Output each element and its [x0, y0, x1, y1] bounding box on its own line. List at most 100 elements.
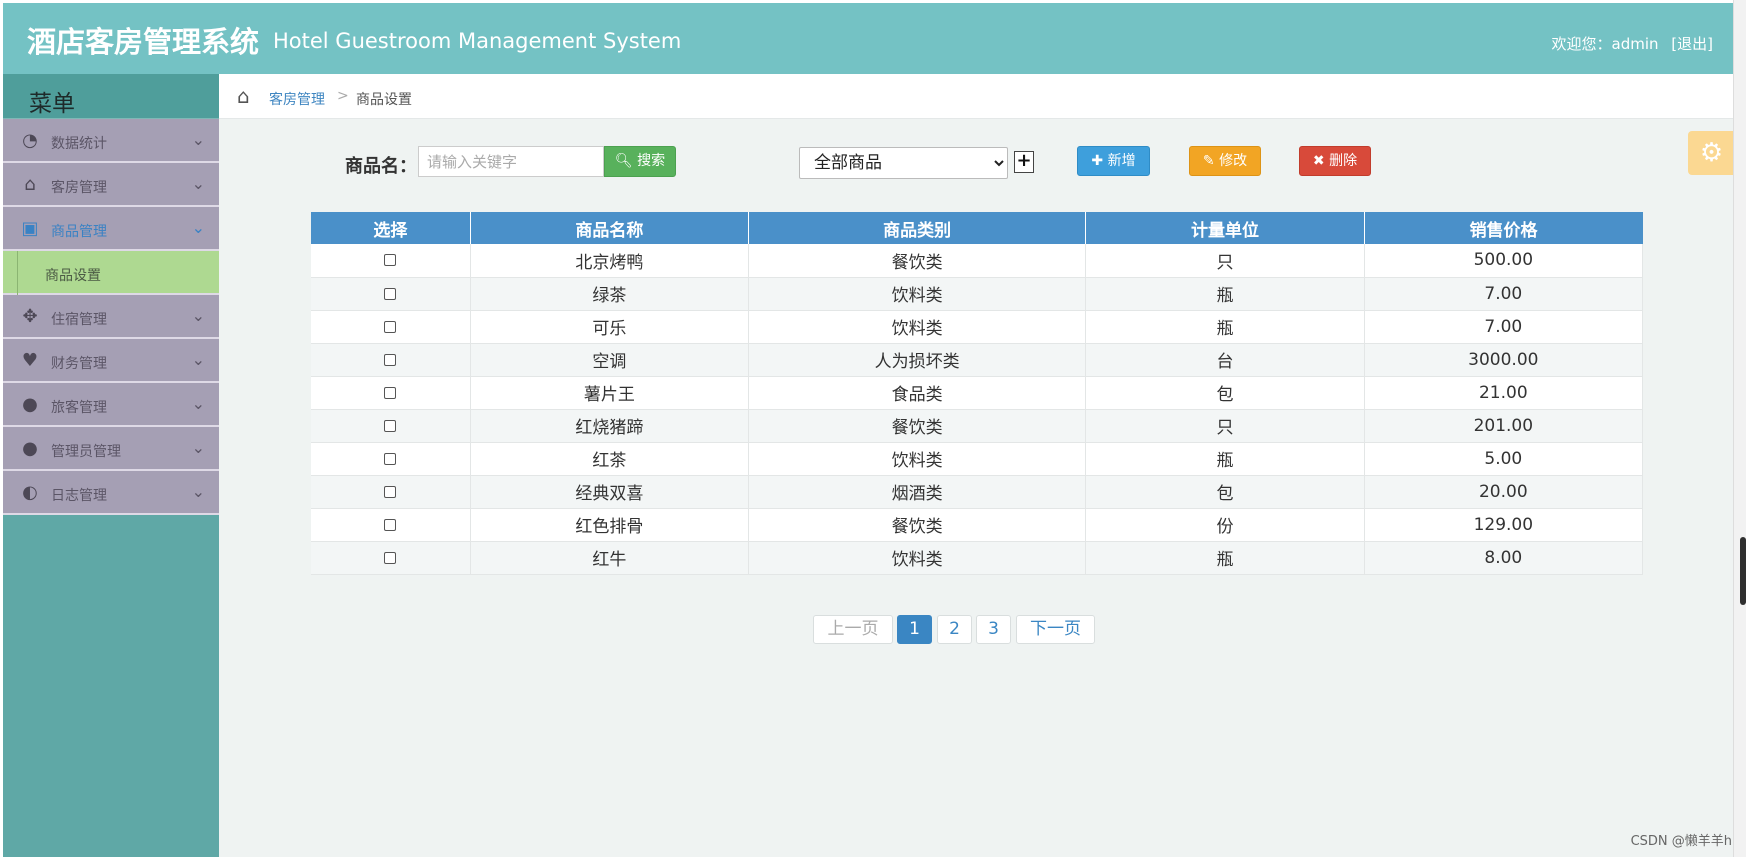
- sidebar-item-label: 管理员管理: [51, 444, 121, 460]
- row-checkbox[interactable]: [384, 485, 397, 498]
- add-category-button[interactable]: +: [1014, 151, 1034, 173]
- select-cell: [311, 310, 471, 344]
- scrollbar-thumb[interactable]: [1740, 537, 1746, 605]
- goods-table: 选择 商品名称 商品类别 计量单位 销售价格 北京烤鸭 餐饮类 只 500.00…: [311, 212, 1644, 575]
- category-cell: 饮料类: [748, 541, 1087, 575]
- pencil-icon: ✎: [1202, 153, 1215, 169]
- category-select[interactable]: 全部商品: [799, 147, 1008, 179]
- edit-button[interactable]: ✎ 修改: [1189, 146, 1261, 176]
- row-checkbox[interactable]: [384, 419, 397, 432]
- search-button[interactable]: 🔍︎ 搜索: [604, 146, 676, 177]
- chevron-down-icon: ⌄: [191, 306, 205, 325]
- column-header-select: 选择: [311, 212, 471, 244]
- sidebar-item-label: 住宿管理: [51, 312, 107, 328]
- prev-page-button[interactable]: 上一页: [813, 615, 893, 644]
- select-cell: [311, 376, 471, 410]
- plus-icon: ✚: [1091, 153, 1104, 169]
- table-row[interactable]: 北京烤鸭 餐饮类 只 500.00: [311, 244, 1644, 278]
- settings-button[interactable]: ⚙: [1688, 131, 1735, 175]
- main-content: ⌂ 客房管理 > 商品设置 商品名： 🔍︎ 搜索 全部商品 + ✚ 新增 ✎ 修…: [219, 74, 1733, 857]
- column-header-name[interactable]: 商品名称: [470, 212, 750, 244]
- table-row[interactable]: 红牛 饮料类 瓶 8.00: [311, 541, 1644, 575]
- name-cell: 经典双喜: [470, 475, 750, 509]
- menu-title: 菜单: [3, 74, 219, 119]
- beverage-icon: ▣: [21, 218, 39, 239]
- unit-cell: 包: [1085, 376, 1365, 410]
- sidebar-item-label: 数据统计: [51, 136, 107, 152]
- row-checkbox[interactable]: [384, 320, 397, 333]
- sidebar-item-finance[interactable]: ♥ 财务管理 ⌄: [3, 339, 219, 383]
- add-button[interactable]: ✚ 新增: [1077, 146, 1150, 176]
- sidebar-item-guests[interactable]: ● 旅客管理 ⌄: [3, 383, 219, 427]
- price-cell: 21.00: [1364, 376, 1644, 410]
- name-cell: 红茶: [470, 442, 750, 476]
- row-checkbox[interactable]: [384, 386, 397, 399]
- category-cell: 餐饮类: [748, 409, 1087, 443]
- price-cell: 129.00: [1364, 508, 1644, 542]
- chevron-down-icon: ⌄: [191, 438, 205, 457]
- tree-line: [17, 251, 25, 295]
- row-checkbox[interactable]: [384, 551, 397, 564]
- close-icon: ✖: [1312, 153, 1325, 169]
- column-header-category[interactable]: 商品类别: [748, 212, 1087, 244]
- search-input[interactable]: [418, 146, 604, 177]
- row-checkbox[interactable]: [384, 287, 397, 300]
- add-button-label: 新增: [1107, 153, 1136, 169]
- table-row[interactable]: 薯片王 食品类 包 21.00: [311, 376, 1644, 410]
- sidebar-item-admins[interactable]: ● 管理员管理 ⌄: [3, 427, 219, 471]
- logout-link[interactable]: [退出]: [1671, 35, 1713, 53]
- home-icon[interactable]: ⌂: [237, 86, 250, 106]
- category-cell: 人为损坏类: [748, 343, 1087, 377]
- unit-cell: 瓶: [1085, 277, 1365, 311]
- row-checkbox[interactable]: [384, 452, 397, 465]
- breadcrumb-parent-link[interactable]: 客房管理: [269, 89, 325, 109]
- page-3-button[interactable]: 3: [976, 615, 1011, 644]
- table-row[interactable]: 红茶 饮料类 瓶 5.00: [311, 442, 1644, 476]
- sidebar-item-rooms[interactable]: ⌂ 客房管理 ⌄: [3, 163, 219, 207]
- row-checkbox[interactable]: [384, 254, 397, 267]
- sidebar-item-statistics[interactable]: ◔ 数据统计 ⌄: [3, 119, 219, 163]
- table-row[interactable]: 经典双喜 烟酒类 包 20.00: [311, 475, 1644, 509]
- sidebar-item-lodging[interactable]: ✥ 住宿管理 ⌄: [3, 295, 219, 339]
- table-row[interactable]: 红色排骨 餐饮类 份 129.00: [311, 508, 1644, 542]
- table-row[interactable]: 绿茶 饮料类 瓶 7.00: [311, 277, 1644, 311]
- search-button-label: 搜索: [637, 153, 666, 169]
- sidebar: 菜单 ◔ 数据统计 ⌄ ⌂ 客房管理 ⌄ ▣ 商品管理 ⌄ 商品设置 ✥ 住宿管…: [3, 74, 219, 857]
- table-row[interactable]: 可乐 饮料类 瓶 7.00: [311, 310, 1644, 344]
- sidebar-subitem-goods-settings[interactable]: 商品设置: [3, 251, 219, 295]
- select-cell: [311, 277, 471, 311]
- price-cell: 5.00: [1364, 442, 1644, 476]
- sidebar-item-label: 日志管理: [51, 488, 107, 504]
- name-cell: 北京烤鸭: [470, 244, 750, 278]
- unit-cell: 瓶: [1085, 310, 1365, 344]
- unit-cell: 瓶: [1085, 442, 1365, 476]
- user-icon: ●: [22, 438, 38, 459]
- next-page-button[interactable]: 下一页: [1016, 615, 1095, 644]
- watermark: CSDN @懒羊羊h: [1630, 834, 1732, 849]
- name-cell: 薯片王: [470, 376, 750, 410]
- column-header-unit[interactable]: 计量单位: [1085, 212, 1365, 244]
- sidebar-item-label: 商品管理: [51, 224, 107, 240]
- page-2-button[interactable]: 2: [937, 615, 972, 644]
- sidebar-item-logs[interactable]: ◐ 日志管理 ⌄: [3, 471, 219, 515]
- sidebar-item-label: 旅客管理: [51, 400, 107, 416]
- delete-button[interactable]: ✖ 删除: [1299, 146, 1371, 176]
- scrollbar-track[interactable]: [1733, 0, 1746, 857]
- chevron-down-icon: ⌄: [191, 350, 205, 369]
- select-cell: [311, 343, 471, 377]
- name-cell: 可乐: [470, 310, 750, 344]
- price-cell: 8.00: [1364, 541, 1644, 575]
- row-checkbox[interactable]: [384, 353, 397, 366]
- table-row[interactable]: 空调 人为损坏类 台 3000.00: [311, 343, 1644, 377]
- select-cell: [311, 409, 471, 443]
- row-checkbox[interactable]: [384, 518, 397, 531]
- column-header-price[interactable]: 销售价格: [1364, 212, 1643, 244]
- unit-cell: 包: [1085, 475, 1365, 509]
- category-cell: 餐饮类: [748, 508, 1087, 542]
- page-1-button[interactable]: 1: [897, 615, 932, 644]
- category-cell: 饮料类: [748, 310, 1087, 344]
- table-row[interactable]: 红烧猪蹄 餐饮类 只 201.00: [311, 409, 1644, 443]
- gear-icon: ⚙: [1699, 138, 1724, 168]
- home-icon: ⌂: [24, 174, 36, 195]
- sidebar-item-goods[interactable]: ▣ 商品管理 ⌄: [3, 207, 219, 251]
